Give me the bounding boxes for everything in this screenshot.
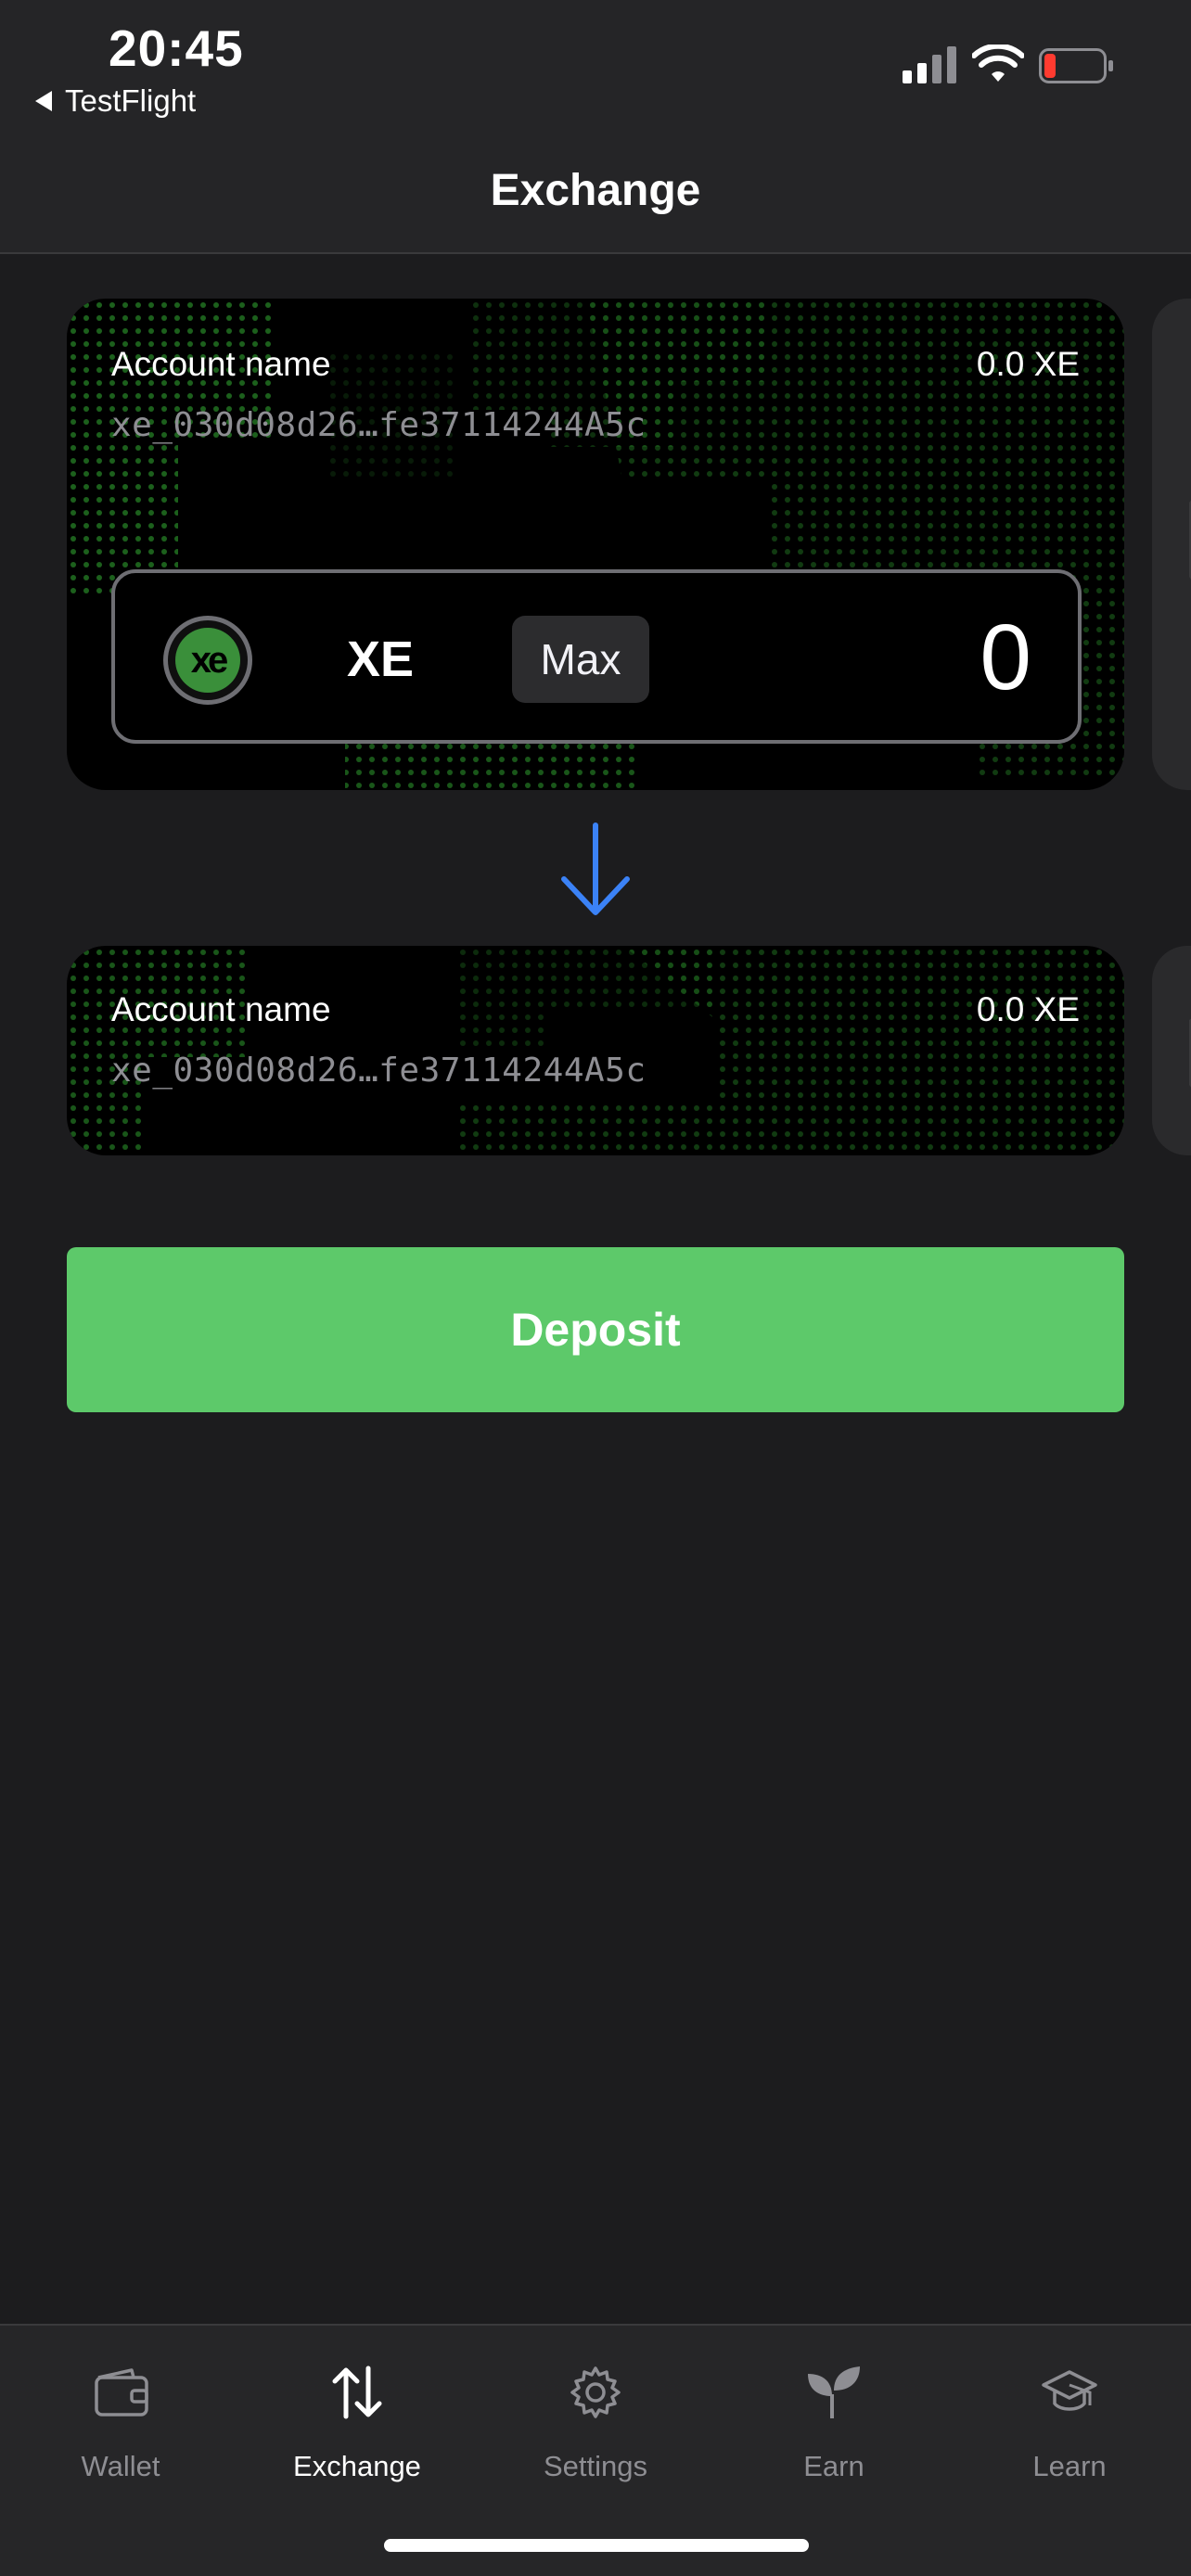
tab-earn[interactable]: Earn	[715, 2326, 953, 2511]
amount-input[interactable]: 0	[980, 605, 1031, 711]
wallet-icon	[95, 2368, 148, 2417]
page-title: Exchange	[490, 166, 701, 215]
status-time: 20:45	[109, 19, 244, 77]
tab-wallet[interactable]: Wallet	[2, 2326, 239, 2511]
tab-settings-label: Settings	[543, 2450, 647, 2482]
battery-low-icon	[1039, 48, 1113, 83]
to-account-name: Account name	[111, 990, 331, 1028]
to-account-balance: 0.0 XE	[976, 990, 1080, 1028]
gear-icon	[570, 2366, 621, 2418]
next-card-peek-2[interactable]	[1152, 946, 1191, 1155]
token-amount-box: xe XE Max 0	[111, 569, 1082, 744]
back-arrow-icon	[35, 91, 52, 111]
back-to-testflight[interactable]: TestFlight	[35, 83, 196, 119]
cellular-signal-icon	[903, 46, 956, 83]
graduation-cap-icon	[1042, 2370, 1097, 2411]
exchange-icon	[332, 2366, 382, 2419]
arrow-down-icon	[561, 823, 630, 915]
from-account-address: xe_030d08d26…fe37114244A5c	[111, 406, 647, 444]
tab-settings[interactable]: Settings	[477, 2326, 714, 2511]
deposit-button[interactable]: Deposit	[67, 1247, 1124, 1412]
tab-exchange-label: Exchange	[293, 2450, 421, 2482]
xe-token-logo-text: xe	[175, 628, 240, 693]
to-account-address: xe_030d08d26…fe37114244A5c	[111, 1052, 647, 1090]
from-account-balance: 0.0 XE	[976, 345, 1080, 383]
token-symbol: XE	[347, 631, 415, 687]
wifi-icon	[972, 45, 1024, 82]
top-bar: 20:45 TestFlight Exchange	[0, 0, 1191, 254]
home-indicator[interactable]	[384, 2539, 809, 2552]
from-account-card[interactable]: Account name 0.0 XE xe_030d08d26…fe37114…	[67, 299, 1124, 790]
max-button[interactable]: Max	[512, 616, 649, 703]
tab-learn-label: Learn	[1032, 2450, 1107, 2482]
world-map-dots-2	[67, 946, 1124, 1155]
tab-wallet-label: Wallet	[81, 2450, 160, 2482]
tab-exchange[interactable]: Exchange	[238, 2326, 476, 2511]
from-account-name: Account name	[111, 345, 331, 383]
card-peek-decoration	[1189, 500, 1191, 580]
tab-learn[interactable]: Learn	[951, 2326, 1188, 2511]
card-peek-decoration-2	[1189, 1018, 1191, 1088]
xe-token-logo-icon: xe	[163, 616, 252, 705]
next-card-peek[interactable]	[1152, 299, 1191, 790]
back-label: TestFlight	[65, 83, 197, 118]
tab-earn-label: Earn	[803, 2450, 864, 2482]
to-account-card[interactable]: Account name 0.0 XE xe_030d08d26…fe37114…	[67, 946, 1124, 1155]
sprout-icon	[808, 2366, 860, 2418]
